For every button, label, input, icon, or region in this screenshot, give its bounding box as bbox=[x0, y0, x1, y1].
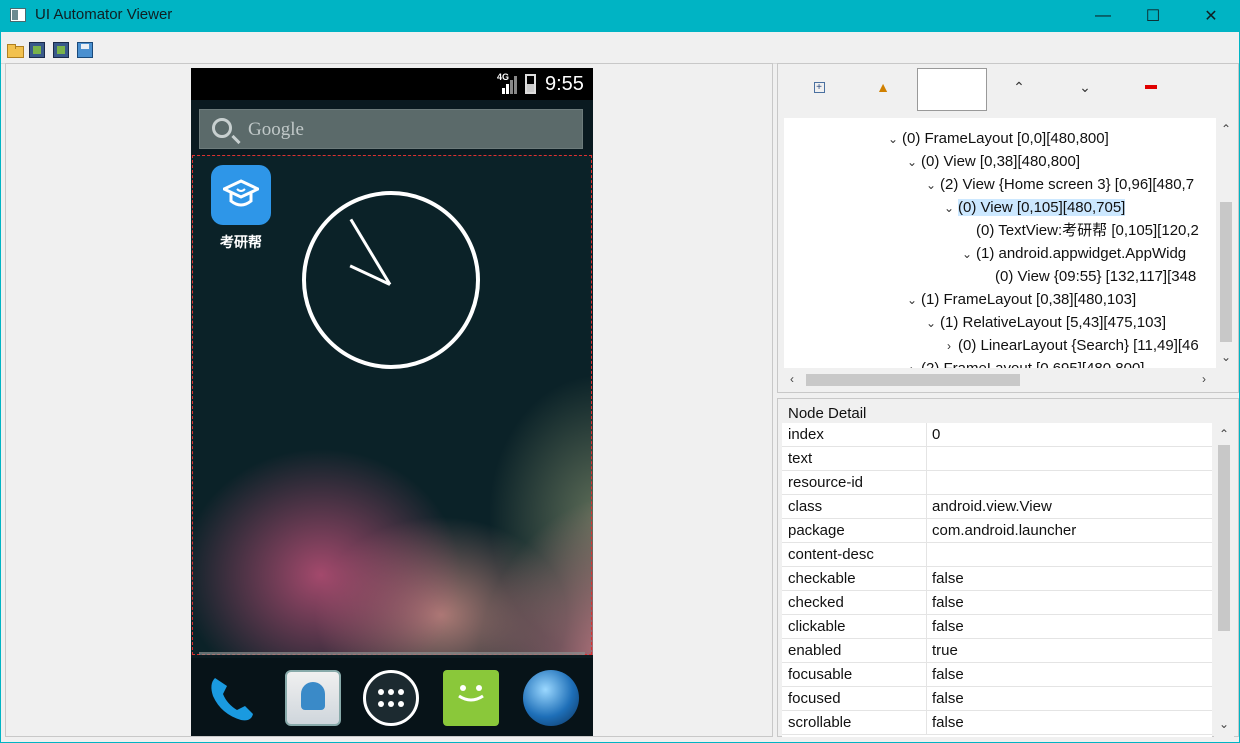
scroll-right-icon[interactable]: › bbox=[1202, 372, 1206, 386]
tree-node[interactable]: ⌄ (1) FrameLayout [0,38][480,103] bbox=[903, 289, 1136, 311]
tree-vertical-thumb[interactable] bbox=[1220, 202, 1232, 342]
status-time: 9:55 bbox=[545, 73, 584, 95]
hierarchy-pane: + ▲ ⌃ ⌄ ⌄ (0) FrameLayout [0,0][480,800] … bbox=[777, 63, 1239, 393]
tree-node[interactable]: ›(2) FrameLayout [0,695][480,800] bbox=[903, 358, 1144, 368]
chevron-down-icon[interactable]: ⌄ bbox=[940, 197, 958, 219]
save-icon[interactable] bbox=[77, 42, 93, 58]
tree-node[interactable]: ⌄ (2) View {Home screen 3} [0,96][480,7 bbox=[922, 174, 1194, 196]
scroll-up-icon[interactable]: ⌃ bbox=[1219, 427, 1229, 441]
tree-vertical-scrollbar[interactable]: ⌃ ⌄ bbox=[1216, 118, 1236, 368]
search-placeholder: Google bbox=[248, 119, 304, 140]
tree-horizontal-thumb[interactable] bbox=[806, 374, 1020, 386]
tree-node[interactable]: ⌄ (1) android.appwidget.AppWidg bbox=[958, 243, 1186, 265]
battery-icon bbox=[525, 74, 536, 94]
chevron-right-icon[interactable]: › bbox=[940, 335, 958, 357]
tree-horizontal-scrollbar[interactable]: ‹ › bbox=[784, 370, 1216, 390]
chevron-down-icon[interactable]: ⌄ bbox=[922, 174, 940, 196]
scroll-down-icon[interactable]: ⌄ bbox=[1219, 717, 1229, 731]
status-bar: 4G 9:55 bbox=[191, 68, 593, 100]
messaging-icon[interactable] bbox=[443, 670, 499, 726]
detail-row[interactable]: focused false bbox=[782, 687, 1212, 711]
tree-node[interactable]: (0) TextView:考研帮 [0,105][120,2 bbox=[958, 220, 1199, 242]
clear-button[interactable] bbox=[1140, 76, 1162, 98]
grid-dots-icon bbox=[378, 689, 404, 707]
minimize-button[interactable]: — bbox=[1080, 0, 1126, 32]
app-label: 考研帮 bbox=[220, 234, 262, 250]
tree-node[interactable]: ⌄ (0) View [0,38][480,800] bbox=[903, 151, 1080, 173]
expand-all-button[interactable]: + bbox=[808, 76, 830, 98]
all-apps-icon[interactable] bbox=[363, 670, 419, 726]
browser-globe-icon[interactable] bbox=[523, 670, 579, 726]
detail-row[interactable]: content-desc bbox=[782, 543, 1212, 567]
detail-row[interactable]: class android.view.View bbox=[782, 495, 1212, 519]
node-detail-title: Node Detail bbox=[788, 405, 867, 422]
analog-clock-widget[interactable] bbox=[302, 191, 480, 369]
dock-divider bbox=[199, 652, 585, 655]
tree-node[interactable]: (0) View {09:55} [132,117][348 bbox=[977, 266, 1196, 288]
detail-vertical-thumb[interactable] bbox=[1218, 445, 1230, 631]
tree-node-selected[interactable]: ⌄ (0) View [0,105][480,705] bbox=[940, 197, 1126, 219]
phone-icon[interactable] bbox=[203, 670, 259, 726]
detail-row[interactable]: clickable false bbox=[782, 615, 1212, 639]
signal-icon bbox=[502, 76, 517, 94]
main-toolbar bbox=[1, 36, 1239, 64]
chevron-down-icon[interactable]: ⌄ bbox=[903, 289, 921, 311]
tree-node[interactable]: ⌄ (0) FrameLayout [0,0][480,800] bbox=[884, 128, 1109, 150]
scroll-down-icon[interactable]: ⌄ bbox=[1221, 350, 1231, 364]
detail-row[interactable]: checked false bbox=[782, 591, 1212, 615]
kaoyanbang-app-icon[interactable] bbox=[211, 165, 271, 225]
screenshot-pane[interactable]: 4G 9:55 Google 考研帮 bbox=[5, 63, 773, 737]
warning-icon[interactable]: ▲ bbox=[872, 76, 894, 98]
detail-row[interactable]: checkable false bbox=[782, 567, 1212, 591]
previous-node-button[interactable]: ⌃ bbox=[1008, 76, 1030, 98]
device-screenshot-compressed-icon[interactable] bbox=[53, 42, 69, 58]
detail-vertical-scrollbar[interactable]: ⌃ ⌄ bbox=[1214, 423, 1234, 737]
hierarchy-tree[interactable]: ⌄ (0) FrameLayout [0,0][480,800] ⌄ (0) Vie… bbox=[784, 118, 1216, 368]
device-screen[interactable]: 4G 9:55 Google 考研帮 bbox=[191, 68, 593, 736]
close-button[interactable]: ✕ bbox=[1188, 0, 1234, 32]
detail-row[interactable]: focusable false bbox=[782, 663, 1212, 687]
filter-input[interactable] bbox=[917, 68, 987, 111]
google-search-bar[interactable]: Google bbox=[199, 109, 583, 149]
detail-row[interactable]: index 0 bbox=[782, 423, 1212, 447]
tree-node[interactable]: › (0) LinearLayout {Search} [11,49][46 bbox=[940, 335, 1199, 357]
next-node-button[interactable]: ⌄ bbox=[1074, 76, 1096, 98]
chevron-down-icon[interactable]: ⌄ bbox=[958, 243, 976, 265]
dock bbox=[191, 658, 593, 736]
node-detail-table[interactable]: index 0 text resource-id class android.vie… bbox=[782, 423, 1212, 737]
node-detail-pane: Node Detail index 0 text resource-id clas… bbox=[777, 398, 1239, 737]
window-title: UI Automator Viewer bbox=[35, 6, 173, 23]
scroll-up-icon[interactable]: ⌃ bbox=[1221, 122, 1231, 136]
scroll-left-icon[interactable]: ‹ bbox=[790, 372, 794, 386]
detail-row[interactable]: scrollable false bbox=[782, 711, 1212, 735]
chevron-down-icon[interactable]: ⌄ bbox=[903, 151, 921, 173]
detail-row[interactable]: text bbox=[782, 447, 1212, 471]
detail-row[interactable]: enabled true bbox=[782, 639, 1212, 663]
device-screenshot-icon[interactable] bbox=[29, 42, 45, 58]
tree-node[interactable]: ⌄ (1) RelativeLayout [5,43][475,103] bbox=[922, 312, 1166, 334]
title-bar: UI Automator Viewer — ☐ ✕ bbox=[0, 0, 1240, 32]
app-window-icon bbox=[10, 8, 26, 22]
detail-row[interactable]: package com.android.launcher bbox=[782, 519, 1212, 543]
graduation-cap-icon bbox=[223, 179, 259, 207]
detail-row[interactable]: resource-id bbox=[782, 471, 1212, 495]
chevron-down-icon[interactable]: ⌄ bbox=[884, 128, 902, 150]
chevron-down-icon[interactable]: ⌄ bbox=[922, 312, 940, 334]
search-icon bbox=[212, 118, 232, 138]
open-folder-icon[interactable] bbox=[7, 42, 24, 58]
contacts-icon[interactable] bbox=[285, 670, 341, 726]
window-client: 4G 9:55 Google 考研帮 + ▲ ⌃ ⌄ ⌄ (0) FrameLa… bbox=[1, 32, 1239, 742]
chevron-right-icon[interactable]: › bbox=[903, 358, 921, 368]
maximize-button[interactable]: ☐ bbox=[1130, 0, 1176, 32]
minus-icon bbox=[1145, 85, 1157, 89]
expand-icon: + bbox=[813, 81, 825, 93]
